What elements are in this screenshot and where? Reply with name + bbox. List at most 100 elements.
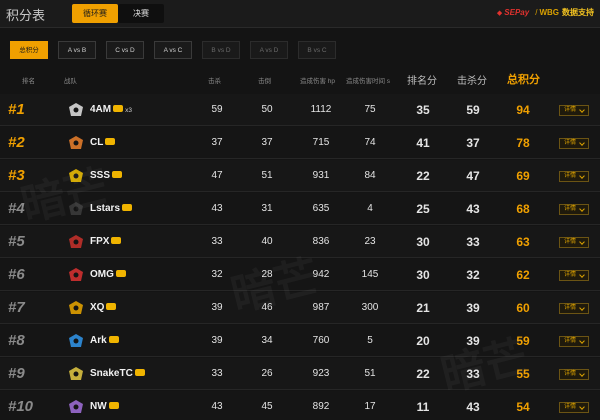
- team-name-cell: OMG: [90, 259, 150, 291]
- kill-points-cell: 43: [466, 202, 480, 216]
- match-tab[interactable]: C vs D: [106, 41, 144, 59]
- detail-dropdown-button[interactable]: 详情: [559, 402, 589, 413]
- page-title: 积分表: [6, 8, 46, 23]
- rank-points-cell: 11: [416, 400, 430, 414]
- tab-finals[interactable]: 决赛: [118, 4, 164, 23]
- team-name: XQ: [90, 302, 105, 313]
- rank-cell: #3: [8, 167, 25, 184]
- match-tab[interactable]: 总积分: [10, 41, 48, 59]
- match-tab[interactable]: B vs D: [202, 41, 240, 59]
- kills-cell: 37: [211, 137, 223, 148]
- kill-points-cell: 43: [466, 400, 480, 414]
- rank-cell: #10: [8, 398, 34, 415]
- survival-cell: 74: [364, 137, 376, 148]
- detail-dropdown-button[interactable]: 详情: [559, 105, 589, 116]
- team-name: Lstars: [90, 203, 121, 214]
- total-points-cell: 69: [516, 169, 530, 183]
- total-points-cell: 63: [516, 235, 530, 249]
- table-row: #8 Ark 39 34 760 5 20 39 59 详情: [0, 325, 600, 357]
- col-kill-points: 击杀分: [457, 76, 487, 87]
- team-logo-icon: [69, 400, 83, 413]
- match-tab[interactable]: A vs C: [154, 41, 192, 59]
- data-support-label: 数据支持: [562, 8, 594, 17]
- table-row: #2 CL 37 37 715 74 41 37 78 详情: [0, 127, 600, 159]
- damage-cell: 1112: [310, 104, 332, 115]
- survival-cell: 145: [361, 269, 379, 280]
- team-name: OMG: [90, 269, 114, 280]
- tab-round-robin[interactable]: 循环赛: [72, 4, 118, 23]
- team-name: 4AM: [90, 104, 112, 115]
- divider-slash-icon: /: [535, 8, 538, 17]
- team-name-cell: Ark: [90, 325, 150, 357]
- kill-points-cell: 39: [466, 334, 480, 348]
- kill-points-cell: 37: [466, 136, 480, 150]
- detail-dropdown-button[interactable]: 详情: [559, 237, 589, 248]
- detail-dropdown-button[interactable]: 详情: [559, 270, 589, 281]
- damage-cell: 942: [312, 269, 330, 280]
- rank-cell: #9: [8, 365, 25, 382]
- rank-cell: #4: [8, 200, 25, 217]
- total-points-cell: 60: [516, 301, 530, 315]
- crown-icon: [134, 369, 145, 376]
- rank-points-cell: 30: [416, 268, 430, 282]
- top-bar: 积分表 循环赛 决赛 SEPay / WBG 数据支持: [0, 0, 600, 28]
- eliminated-cell: 37: [261, 137, 273, 148]
- detail-dropdown-button[interactable]: 详情: [559, 138, 589, 149]
- team-logo-icon: [69, 136, 83, 149]
- multiplier-badge: x3: [125, 107, 132, 114]
- eliminated-cell: 45: [261, 401, 273, 412]
- rank-cell: #8: [8, 332, 25, 349]
- team-logo-icon: [69, 103, 83, 116]
- damage-cell: 892: [312, 401, 330, 412]
- detail-dropdown-button[interactable]: 详情: [559, 171, 589, 182]
- team-name: FPX: [90, 236, 110, 247]
- survival-cell: 84: [364, 170, 376, 181]
- survival-cell: 300: [361, 302, 379, 313]
- crown-icon: [112, 171, 123, 178]
- team-name-cell: SnakeTC: [90, 358, 150, 390]
- col-survival: 造成伤害时间 s: [346, 78, 391, 85]
- crown-icon: [115, 270, 126, 277]
- team-logo-icon: [69, 169, 83, 182]
- match-tab[interactable]: A vs D: [250, 41, 288, 59]
- kill-points-cell: 33: [466, 367, 480, 381]
- eliminated-cell: 31: [261, 203, 273, 214]
- col-eliminated: 击倒: [258, 78, 271, 85]
- table-header: 排名 战队 击杀 击倒 造成伤害 hp 造成伤害时间 s 排名分 击杀分 总积分: [0, 66, 600, 94]
- team-name: Ark: [90, 335, 107, 346]
- team-logo-icon: [69, 202, 83, 215]
- detail-dropdown-button[interactable]: 详情: [559, 369, 589, 380]
- kill-points-cell: 33: [466, 235, 480, 249]
- crown-icon: [122, 204, 133, 211]
- rank-points-cell: 22: [416, 169, 430, 183]
- total-points-cell: 59: [516, 334, 530, 348]
- total-points-cell: 78: [516, 136, 530, 150]
- damage-cell: 836: [312, 236, 330, 247]
- table-row: #4 Lstars 43 31 635 4 25 43 68 详情: [0, 193, 600, 225]
- team-name-cell: Lstars: [90, 193, 150, 225]
- detail-dropdown-button[interactable]: 详情: [559, 303, 589, 314]
- crown-icon: [108, 402, 119, 409]
- team-name: SSS: [90, 170, 111, 181]
- eliminated-cell: 51: [261, 170, 273, 181]
- eliminated-cell: 46: [261, 302, 273, 313]
- kill-points-cell: 47: [466, 169, 480, 183]
- kills-cell: 39: [211, 335, 223, 346]
- team-name-cell: SSS: [90, 160, 150, 192]
- col-total: 总积分: [507, 74, 540, 86]
- kills-cell: 59: [211, 104, 223, 115]
- table-row: #9 SnakeTC 33 26 923 51 22 33 55 详情: [0, 358, 600, 390]
- detail-dropdown-button[interactable]: 详情: [559, 336, 589, 347]
- kills-cell: 47: [211, 170, 223, 181]
- detail-dropdown-button[interactable]: 详情: [559, 204, 589, 215]
- kill-points-cell: 59: [466, 103, 480, 117]
- col-team: 战队: [64, 78, 77, 85]
- rank-points-cell: 21: [416, 301, 430, 315]
- team-name: CL: [90, 137, 104, 148]
- total-points-cell: 62: [516, 268, 530, 282]
- team-name: NW: [90, 401, 107, 412]
- team-name-cell: XQ: [90, 292, 150, 324]
- match-tab[interactable]: B vs C: [298, 41, 336, 59]
- rank-cell: #7: [8, 299, 25, 316]
- match-tab[interactable]: A vs B: [58, 41, 96, 59]
